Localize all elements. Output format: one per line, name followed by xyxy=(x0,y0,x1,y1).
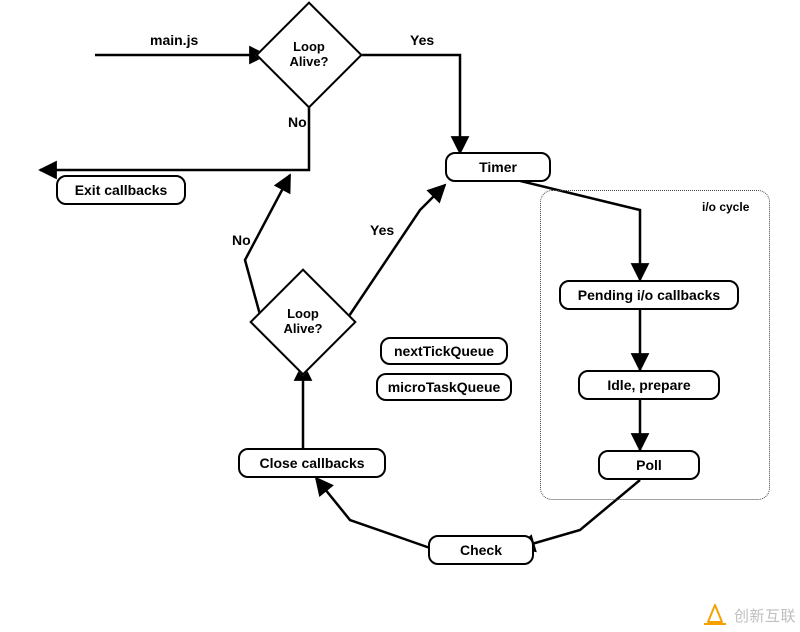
node-next-tick-queue: nextTickQueue xyxy=(380,337,508,365)
node-poll-label: Poll xyxy=(636,457,662,473)
node-pending-io-label: Pending i/o callbacks xyxy=(578,287,720,303)
branch-yes-bottom: Yes xyxy=(370,222,394,238)
node-check: Check xyxy=(428,535,534,565)
node-close-callbacks-label: Close callbacks xyxy=(259,455,364,471)
branch-yes-top: Yes xyxy=(410,32,434,48)
node-exit-callbacks: Exit callbacks xyxy=(56,175,186,205)
branch-no-top: No xyxy=(288,114,307,130)
node-timer: Timer xyxy=(445,152,551,182)
node-idle-prepare: Idle, prepare xyxy=(578,370,720,400)
io-cycle-label: i/o cycle xyxy=(702,200,749,214)
watermark: 创新互联 xyxy=(702,602,796,628)
node-micro-task-queue-label: microTaskQueue xyxy=(388,379,501,395)
node-pending-io-callbacks: Pending i/o callbacks xyxy=(559,280,739,310)
node-poll: Poll xyxy=(598,450,700,480)
node-idle-prepare-label: Idle, prepare xyxy=(607,377,690,393)
brand-logo-icon xyxy=(702,602,728,628)
entry-label: main.js xyxy=(150,32,198,48)
watermark-text: 创新互联 xyxy=(734,605,796,626)
node-exit-callbacks-label: Exit callbacks xyxy=(75,182,168,198)
node-micro-task-queue: microTaskQueue xyxy=(376,373,512,401)
node-next-tick-queue-label: nextTickQueue xyxy=(394,343,494,359)
node-timer-label: Timer xyxy=(479,159,517,175)
event-loop-diagram: LoopAlive? LoopAlive? main.js Yes No Yes… xyxy=(0,0,800,632)
branch-no-bottom: No xyxy=(232,232,251,248)
node-check-label: Check xyxy=(460,542,502,558)
node-close-callbacks: Close callbacks xyxy=(238,448,386,478)
